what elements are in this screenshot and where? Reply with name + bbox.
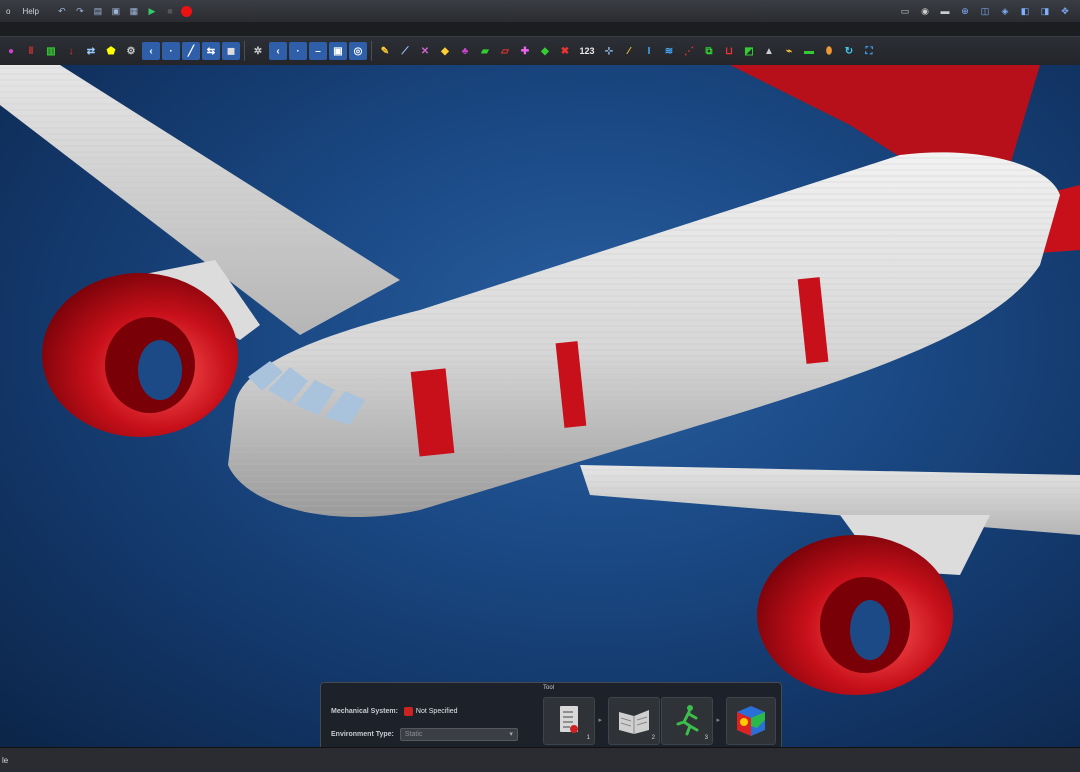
select-back-icon[interactable]: ‹ <box>142 42 160 60</box>
toolbar-separator <box>371 41 372 61</box>
ibeam-icon[interactable]: I <box>640 42 658 60</box>
layers-icon[interactable]: ≋ <box>660 42 678 60</box>
simulation-panel: Tool Mechanical System: Not Specified En… <box>320 682 782 747</box>
view-iso-icon[interactable]: ◈ <box>998 4 1012 18</box>
layout-icon[interactable]: ▦ <box>127 4 141 18</box>
dash-icon[interactable]: – <box>309 42 327 60</box>
view-controls: ▭ ◉ ▬ ⊕ ◫ ◈ ◧ ◨ ✥ <box>898 4 1080 18</box>
arrow-down-icon[interactable]: ↓ <box>62 42 80 60</box>
solid-cube-icon[interactable]: ◼ <box>222 42 240 60</box>
environment-type-value: Static <box>404 731 423 738</box>
surface-icon[interactable]: ◩ <box>740 42 758 60</box>
view-top-icon[interactable]: ◧ <box>1018 4 1032 18</box>
pressure-icon[interactable]: ▱ <box>496 42 514 60</box>
chevron-right-icon: ▸ <box>716 717 720 724</box>
panel-tab-label[interactable]: Tool <box>543 685 554 691</box>
constraint-icon[interactable]: ✚ <box>516 42 534 60</box>
mechanical-system-label: Mechanical System: <box>331 708 398 715</box>
play-icon[interactable]: ▶ <box>145 4 159 18</box>
results-button[interactable] <box>726 697 776 745</box>
gear-icon[interactable]: ⚙ <box>122 42 140 60</box>
view-side-icon[interactable]: ◨ <box>1038 4 1052 18</box>
refresh-icon[interactable]: ↻ <box>840 42 858 60</box>
mechanical-system-icon[interactable] <box>403 707 413 716</box>
chevron-right-icon: ▸ <box>598 717 602 724</box>
menu-item-help[interactable]: Help <box>16 7 44 16</box>
point-icon[interactable]: · <box>162 42 180 60</box>
cube-icon[interactable]: ⬟ <box>102 42 120 60</box>
mechanical-system-row: Mechanical System: Not Specified <box>331 707 458 716</box>
run-simulation-button[interactable]: 3 ▸ <box>661 697 720 745</box>
material-book-button[interactable]: 2 <box>608 697 660 745</box>
menu-item-file[interactable]: o <box>0 7 16 16</box>
chevron-down-icon: ▾ <box>509 731 513 738</box>
record-icon[interactable] <box>180 5 192 17</box>
camera-icon[interactable]: ◉ <box>918 4 932 18</box>
environment-type-label: Environment Type: <box>331 731 394 738</box>
numbering-tool[interactable]: 123 <box>576 42 598 60</box>
environment-type-select[interactable]: Static ▾ <box>399 728 518 741</box>
contact-icon[interactable]: ⧉ <box>700 42 718 60</box>
line-icon[interactable]: ╱ <box>182 42 200 60</box>
palette-icon[interactable]: ● <box>2 42 20 60</box>
redo-icon[interactable]: ↷ <box>73 4 87 18</box>
select-back-2-icon[interactable]: ‹ <box>269 42 287 60</box>
force-icon[interactable]: ▰ <box>476 42 494 60</box>
bars-icon[interactable]: ‖ <box>22 42 40 60</box>
move-icon[interactable]: ⇄ <box>82 42 100 60</box>
results-cube-icon <box>737 706 765 736</box>
warning-icon[interactable]: ▲ <box>760 42 778 60</box>
analysis-icon[interactable]: ⊹ <box>600 42 618 60</box>
ribbon-toolbar: ● ‖ ▥ ↓ ⇄ ⬟ ⚙ ‹ · ╱ ⇆ ◼ ✲ ‹ · – ▣ ◎ ✎ ⟋ … <box>0 36 1080 66</box>
step-badge: 1 <box>586 735 590 741</box>
paint-icon[interactable]: ⬮ <box>820 42 838 60</box>
settings-icon[interactable]: ✲ <box>249 42 267 60</box>
save-icon[interactable]: ▣ <box>109 4 123 18</box>
minus-icon[interactable]: ▬ <box>938 4 952 18</box>
step-badge: 3 <box>704 735 708 741</box>
quick-access-toolbar: ↶ ↷ ▤ ▣ ▦ ▶ ■ <box>55 4 192 18</box>
box-select-icon[interactable]: ▣ <box>329 42 347 60</box>
grid-icon[interactable]: ▥ <box>42 42 60 60</box>
toolbar-separator <box>244 41 245 61</box>
status-text: le <box>2 755 9 765</box>
pencil-icon[interactable]: ✎ <box>376 42 394 60</box>
mechanical-system-value[interactable]: Not Specified <box>416 708 458 715</box>
probe-icon[interactable]: ⌁ <box>780 42 798 60</box>
menu-bar: o Help ↶ ↷ ▤ ▣ ▦ ▶ ■ ▭ ◉ ▬ ⊕ ◫ ◈ ◧ ◨ ✥ <box>0 0 1080 23</box>
3d-viewport[interactable]: Tool Mechanical System: Not Specified En… <box>0 65 1080 747</box>
step-badge: 2 <box>651 735 655 741</box>
connect-icon[interactable]: ♣ <box>456 42 474 60</box>
checklist-button[interactable]: 1 ▸ <box>543 697 602 745</box>
load-icon[interactable]: ◆ <box>536 42 554 60</box>
transform-icon[interactable]: ⇆ <box>202 42 220 60</box>
display-mode-icon[interactable]: ▭ <box>898 4 912 18</box>
status-bar: le <box>0 747 1080 772</box>
undo-icon[interactable]: ↶ <box>55 4 69 18</box>
environment-type-row: Environment Type: Static ▾ <box>331 728 518 741</box>
beam-icon[interactable]: ⁄ <box>620 42 638 60</box>
view-front-icon[interactable]: ◫ <box>978 4 992 18</box>
rotate-view-icon[interactable]: ✥ <box>1058 4 1072 18</box>
delete-icon[interactable]: ✖ <box>556 42 574 60</box>
element-icon[interactable]: ◆ <box>436 42 454 60</box>
open-icon[interactable]: ▤ <box>91 4 105 18</box>
node-icon[interactable]: ⟋ <box>396 42 414 60</box>
fit-view-icon[interactable]: ⛶ <box>860 42 878 60</box>
airplane-model[interactable] <box>0 65 1080 747</box>
point-2-icon[interactable]: · <box>289 42 307 60</box>
ribbon-tabs-strip <box>0 22 1080 36</box>
lasso-icon[interactable]: ◎ <box>349 42 367 60</box>
mesh-icon[interactable]: ✕ <box>416 42 434 60</box>
result-icon[interactable]: ▬ <box>800 42 818 60</box>
step-icon[interactable]: ■ <box>163 4 177 18</box>
spring-icon[interactable]: ⋰ <box>680 42 698 60</box>
zoom-icon[interactable]: ⊕ <box>958 4 972 18</box>
rigid-icon[interactable]: ⊔ <box>720 42 738 60</box>
